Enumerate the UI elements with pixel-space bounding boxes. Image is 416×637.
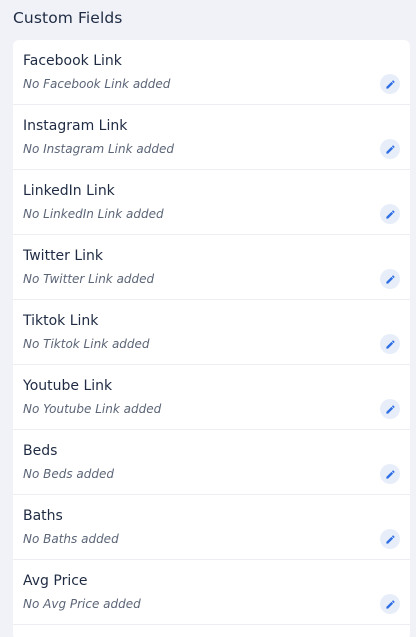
field-row-beds: Beds No Beds added [13, 430, 410, 495]
field-label: Tiktok Link [23, 313, 99, 329]
edit-twitter-link-button[interactable] [380, 269, 400, 289]
field-value: No Baths added [23, 532, 119, 546]
field-value: No Beds added [23, 467, 115, 481]
field-value: No Youtube Link added [23, 402, 162, 416]
field-label: Avg Price [23, 573, 88, 589]
field-value: No Instagram Link added [23, 142, 174, 156]
field-row-linkedin-link: LinkedIn Link No LinkedIn Link added [13, 170, 410, 235]
field-value: No LinkedIn Link added [23, 207, 164, 221]
field-row-facebook-link: Facebook Link No Facebook Link added [13, 40, 410, 105]
edit-instagram-link-button[interactable] [380, 139, 400, 159]
field-label: Beds [23, 443, 58, 459]
pencil-icon [385, 209, 395, 219]
field-row-instagram-link: Instagram Link No Instagram Link added [13, 105, 410, 170]
pencil-icon [385, 274, 395, 284]
pencil-icon [385, 599, 395, 609]
field-label: Twitter Link [23, 248, 104, 264]
edit-linkedin-link-button[interactable] [380, 204, 400, 224]
field-label: Youtube Link [23, 378, 113, 394]
field-label: LinkedIn Link [23, 183, 115, 199]
section-title: Custom Fields [13, 9, 123, 27]
field-row-baths: Baths No Baths added [13, 495, 410, 560]
field-value: No Avg Price added [23, 597, 141, 611]
field-label: Baths [23, 508, 63, 524]
edit-youtube-link-button[interactable] [380, 399, 400, 419]
field-value: No Twitter Link added [23, 272, 155, 286]
field-row-youtube-link: Youtube Link No Youtube Link added [13, 365, 410, 430]
field-value: No Facebook Link added [23, 77, 171, 91]
field-row-tiktok-link: Tiktok Link No Tiktok Link added [13, 300, 410, 365]
field-label: Instagram Link [23, 118, 128, 134]
pencil-icon [385, 534, 395, 544]
edit-tiktok-link-button[interactable] [380, 334, 400, 354]
custom-fields-panel: Custom Fields Facebook Link No Facebook … [0, 0, 416, 637]
field-row-avg-price: Avg Price No Avg Price added [13, 560, 410, 625]
edit-avg-price-button[interactable] [380, 594, 400, 614]
field-value: No Tiktok Link added [23, 337, 150, 351]
field-label: Facebook Link [23, 53, 122, 69]
edit-facebook-link-button[interactable] [380, 74, 400, 94]
pencil-icon [385, 79, 395, 89]
pencil-icon [385, 144, 395, 154]
edit-baths-button[interactable] [380, 529, 400, 549]
edit-beds-button[interactable] [380, 464, 400, 484]
pencil-icon [385, 339, 395, 349]
pencil-icon [385, 469, 395, 479]
custom-fields-card: Facebook Link No Facebook Link added Ins… [13, 40, 410, 637]
field-row-twitter-link: Twitter Link No Twitter Link added [13, 235, 410, 300]
pencil-icon [385, 404, 395, 414]
